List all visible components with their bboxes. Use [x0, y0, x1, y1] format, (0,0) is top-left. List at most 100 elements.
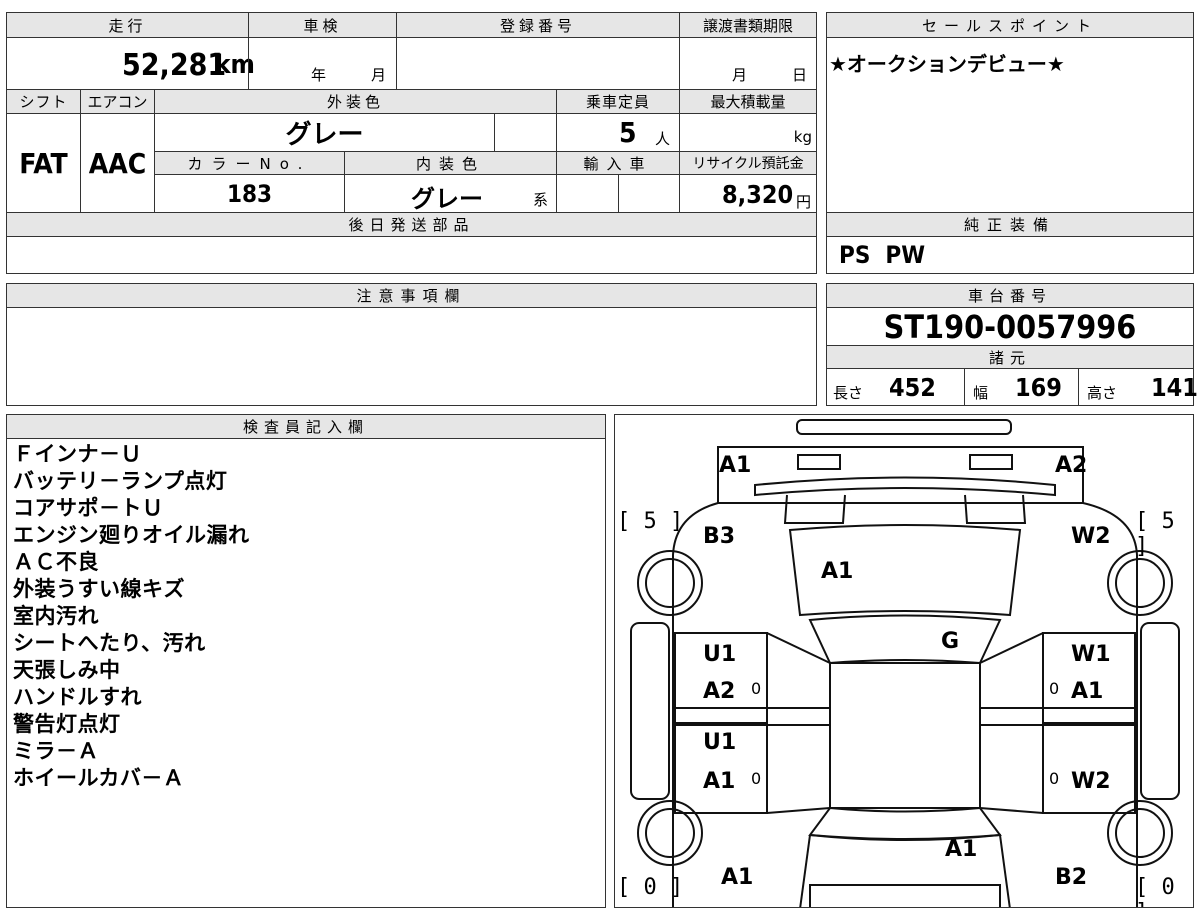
- mileage-value: 52,281: [122, 48, 227, 83]
- exterior-color-header: 外装色: [154, 89, 557, 114]
- mileage-header: 走行: [6, 12, 249, 38]
- shift-label: シフト: [19, 93, 68, 111]
- color-no-value: 183: [226, 179, 273, 208]
- aircon-label: エアコン: [87, 93, 148, 111]
- caution-header: 注意事項欄: [6, 283, 817, 308]
- inspector-notes-list: Ｆインナ－Ｕ バッテリ－ランプ点灯 コアサポ－トＵ エンジン廻りオイル漏れ ＡＣ…: [13, 441, 250, 792]
- transfer-cell: 月 日: [679, 37, 817, 90]
- max-load-cell: kg: [679, 113, 817, 152]
- tick-right-rear: 0: [1049, 769, 1060, 788]
- deferred-parts-cell: [6, 236, 817, 274]
- sales-point-cell: ★オークションデビュー★: [826, 37, 1194, 213]
- mark-front-left-fender: B3: [703, 524, 736, 549]
- chassis-cell: ST190-0057996: [826, 307, 1194, 346]
- sales-point-label: セールスポイント: [921, 16, 1098, 35]
- interior-color-header: 内装色: [344, 151, 557, 175]
- mark-right-front-door-1: W1: [1071, 642, 1111, 667]
- wheel-rear-right-inner: [1115, 808, 1165, 858]
- mark-left-front-door-1: U1: [703, 642, 737, 667]
- length-value: 452: [889, 373, 936, 402]
- mark-right-rear-door: W2: [1071, 769, 1111, 794]
- recycle-unit: 円: [796, 193, 812, 211]
- inspector-note: Ｆインナ－Ｕ: [13, 442, 142, 466]
- wheel-front-right: [1107, 550, 1173, 616]
- tread-rear-left: [ 0 ]: [617, 875, 684, 900]
- headlight-right-outline: [969, 454, 1013, 470]
- width-value: 169: [1015, 373, 1062, 402]
- right-skirt-outline: [1140, 622, 1180, 800]
- import-label: 輸入車: [583, 154, 653, 173]
- wheel-rear-left: [637, 800, 703, 866]
- exterior-color-label: 外装色: [326, 93, 384, 111]
- front-bumper-outline: [717, 446, 1084, 504]
- inspection-header: 車検: [248, 12, 397, 38]
- registration-label: 登録番号: [499, 16, 576, 35]
- capacity-unit: 人: [655, 130, 671, 148]
- mark-rear-left: A1: [721, 865, 754, 890]
- left-pillar-c: [766, 807, 831, 814]
- shift-value: FAT: [19, 146, 68, 180]
- mark-windshield: G: [941, 629, 960, 654]
- wheel-rear-right: [1107, 800, 1173, 866]
- wheel-front-left-inner: [645, 558, 695, 608]
- wheel-front-left: [637, 550, 703, 616]
- inspector-note: ＡＣ不良: [13, 550, 99, 574]
- mark-right-front-door-2: A1: [1071, 679, 1104, 704]
- shift-header: シフト: [6, 89, 81, 114]
- transfer-day-unit: 日: [792, 66, 808, 84]
- right-pillar-c: [979, 807, 1044, 814]
- car-diagram-frame: [ 5 ] [ 5 ] [ 0 ] [ 0 ] A1 A2 B3 W2 A1 G…: [614, 414, 1194, 908]
- roof-outline: [829, 662, 981, 809]
- mark-left-rear-door-1: U1: [703, 730, 737, 755]
- transfer-header: 譲渡書類期限: [679, 12, 817, 38]
- interior-color-value: グレー: [411, 185, 483, 213]
- capacity-cell: 5 人: [556, 113, 680, 152]
- import-cell-left: [556, 174, 619, 213]
- aircon-value: AAC: [88, 146, 147, 180]
- mark-left-front-door-2: A2: [703, 679, 736, 704]
- length-cell: 長さ 452: [826, 368, 965, 406]
- foglight-left-outline: [783, 494, 846, 524]
- aircon-cell: AAC: [80, 113, 155, 213]
- inspector-header: 検査員記入欄: [6, 414, 606, 439]
- foglight-right-outline: [964, 494, 1027, 524]
- exterior-color-cell: グレー: [154, 113, 495, 152]
- height-label: 高さ: [1087, 384, 1118, 402]
- transfer-label: 譲渡書類期限: [702, 16, 793, 35]
- recycle-header: リサイクル預託金: [679, 151, 817, 175]
- import-cell-right: [618, 174, 680, 213]
- tick-right-front: 0: [1049, 679, 1060, 698]
- rear-window-outline: [808, 806, 1002, 840]
- equipment-value: PS PW: [839, 241, 926, 269]
- chassis-header: 車台番号: [826, 283, 1194, 308]
- sales-point-header: セールスポイント: [826, 12, 1194, 38]
- interior-color-suffix: 系: [533, 191, 549, 209]
- inspector-note: 天張しみ中: [13, 658, 121, 682]
- wheel-front-right-inner: [1115, 558, 1165, 608]
- caution-label: 注意事項欄: [356, 287, 467, 305]
- equipment-cell: PS PW: [826, 236, 1194, 274]
- mark-front-bumper-left: A1: [719, 453, 752, 478]
- dims-label: 諸元: [988, 348, 1031, 367]
- capacity-value: 5: [619, 116, 637, 149]
- chassis-number: ST190-0057996: [883, 307, 1137, 346]
- mark-hood: A1: [821, 559, 854, 584]
- inspection-label: 車検: [303, 16, 342, 35]
- inspector-note: バッテリ－ランプ点灯: [13, 469, 228, 493]
- inspector-note: エンジン廻りオイル漏れ: [13, 523, 250, 547]
- rear-bumper-outline: [809, 884, 1001, 907]
- color-no-header: カラーNo.: [154, 151, 345, 175]
- height-cell: 高さ 141: [1078, 368, 1198, 406]
- tread-front-left: [ 5 ]: [617, 509, 684, 534]
- width-cell: 幅 169: [964, 368, 1079, 406]
- wheel-rear-left-inner: [645, 808, 695, 858]
- transfer-month-unit: 月: [732, 66, 748, 84]
- trunk-outline: [809, 833, 1011, 907]
- recycle-cell: 8,320 円: [679, 174, 817, 213]
- inspection-year-unit: 年: [311, 66, 327, 84]
- shift-cell: FAT: [6, 113, 81, 213]
- recycle-value: 8,320: [722, 180, 794, 209]
- interior-color-cell: グレー 系: [344, 174, 557, 213]
- left-pillar-a: [766, 632, 831, 664]
- inspector-note: ホイールカバ－Ａ: [13, 766, 185, 790]
